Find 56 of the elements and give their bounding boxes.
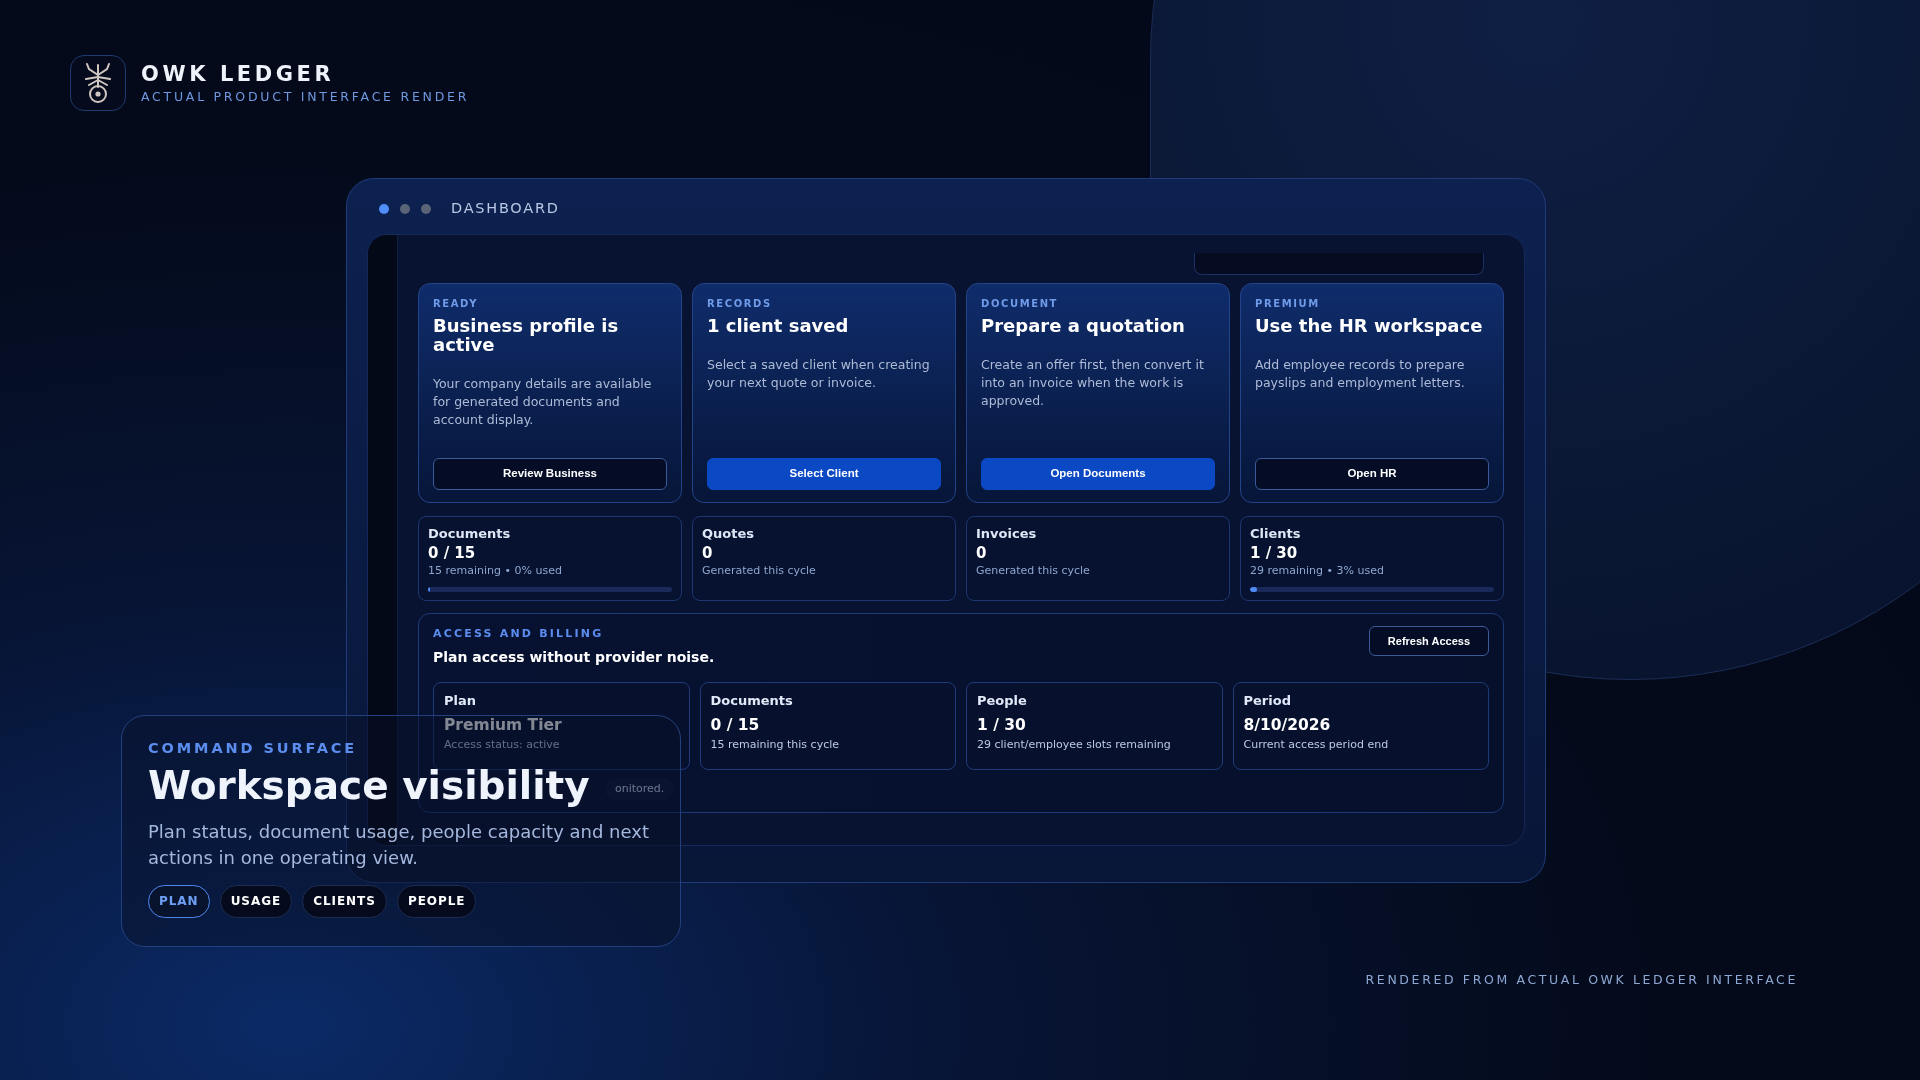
card-eyebrow: DOCUMENT xyxy=(981,297,1060,311)
status-pill: onitored. xyxy=(605,777,675,800)
brand-name: OWK LEDGER xyxy=(141,62,336,87)
card-description: Your company details are available for generated documents and account display. xyxy=(433,374,653,430)
stat-value: 0 xyxy=(976,543,988,562)
section-eyebrow: ACCESS AND BILLING xyxy=(433,626,605,642)
feature-eyebrow: COMMAND SURFACE xyxy=(148,739,358,758)
stat-note: 29 remaining • 3% used xyxy=(1250,563,1385,578)
tile-label: Documents xyxy=(710,692,794,709)
card-title: Use the HR workspace xyxy=(1255,317,1484,336)
feature-description: Plan status, document usage, people capacity and next actions in one operating view. xyxy=(148,819,650,870)
tile-note: Access status: active xyxy=(444,737,561,752)
stat-label: Invoices xyxy=(976,526,1038,542)
card-eyebrow: RECORDS xyxy=(707,297,773,311)
tile-note: 29 client/employee slots remaining xyxy=(977,737,1172,752)
card-eyebrow: READY xyxy=(433,297,480,311)
stat-value: 0 xyxy=(702,543,714,562)
tile-label: Plan xyxy=(444,692,477,709)
tile-note: Current access period end xyxy=(1243,737,1390,752)
tile-value: 8/10/2026 xyxy=(1243,716,1332,735)
filter-chip[interactable]: USAGE xyxy=(219,884,293,918)
tile-value: Premium Tier xyxy=(444,716,563,735)
stat-label: Quotes xyxy=(702,526,755,542)
refresh-button[interactable]: Refresh Access xyxy=(1368,626,1489,656)
tile-label: Period xyxy=(1243,692,1292,709)
tile-value: 0 / 15 xyxy=(710,716,761,735)
card-description: Select a saved client when creating your next quote or invoice. xyxy=(707,355,931,392)
stat-note: 15 remaining • 0% used xyxy=(428,563,563,578)
stat-note: Generated this cycle xyxy=(702,563,817,578)
brand-tagline: ACTUAL PRODUCT INTERFACE RENDER xyxy=(141,88,470,104)
card-action-button[interactable]: Select Client xyxy=(707,458,941,490)
stat-value: 0 / 15 xyxy=(428,543,477,562)
stat-value: 1 / 30 xyxy=(1250,543,1299,562)
filter-chip[interactable]: PLAN xyxy=(148,884,210,918)
card-action-button[interactable]: Open HR xyxy=(1255,458,1489,490)
stat-note: Generated this cycle xyxy=(976,563,1091,578)
card-title: Business profile is active xyxy=(433,317,620,355)
stat-label: Documents xyxy=(428,526,512,542)
stat-label: Clients xyxy=(1250,526,1302,542)
card-action-button[interactable]: Review Business xyxy=(433,458,667,490)
card-description: Create an offer first, then convert it into an invoice when the work is approved. xyxy=(981,355,1205,411)
section-heading: Plan access without provider noise. xyxy=(433,647,715,667)
filter-chip[interactable]: PEOPLE xyxy=(396,884,477,918)
card-title: Prepare a quotation xyxy=(981,317,1186,336)
footer-caption: RENDERED FROM ACTUAL OWK LEDGER INTERFACE xyxy=(1365,971,1798,989)
filter-chip[interactable]: CLIENTS xyxy=(302,884,387,918)
card-eyebrow: PREMIUM xyxy=(1255,297,1321,311)
card-action-button[interactable]: Open Documents xyxy=(981,458,1215,490)
card-title: 1 client saved xyxy=(707,317,850,336)
card-description: Add employee records to prepare payslips and employment letters. xyxy=(1255,355,1466,392)
tile-note: 15 remaining this cycle xyxy=(710,737,841,752)
tile-value: 1 / 30 xyxy=(977,716,1027,735)
tile-label: People xyxy=(977,692,1028,709)
logo-icon xyxy=(70,55,126,111)
feature-title: Workspace visibility xyxy=(148,763,590,809)
window-title: DASHBOARD xyxy=(451,199,560,219)
